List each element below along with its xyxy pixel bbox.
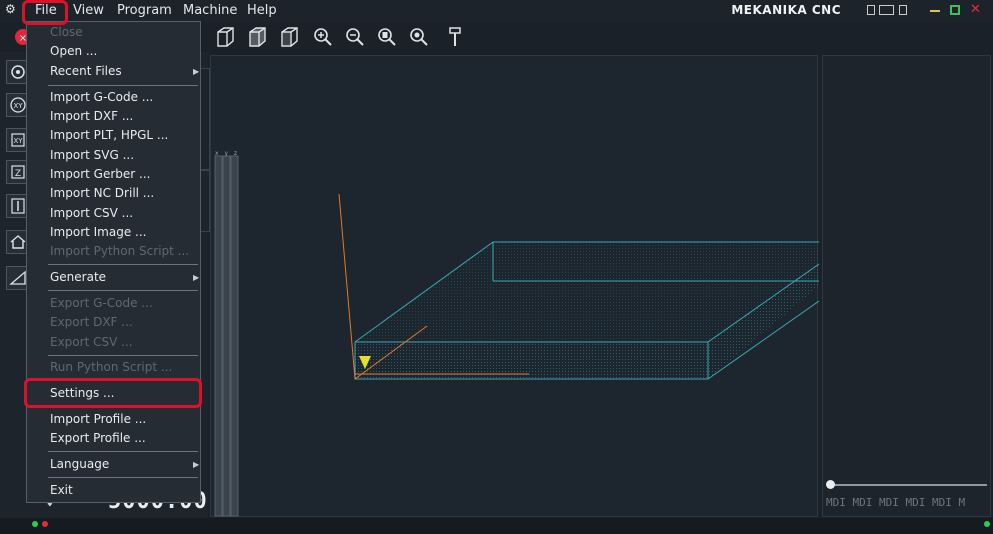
menu-item-export-profile[interactable]: Export Profile ... — [50, 431, 146, 445]
status-bar — [0, 518, 993, 534]
settings-highlight — [24, 378, 202, 408]
menu-item-close: Close — [50, 25, 83, 39]
menu-item-import-nc-drill[interactable]: Import NC Drill ... — [50, 186, 154, 200]
file-menu-highlight — [22, 0, 68, 25]
menu-program[interactable]: Program — [117, 3, 172, 18]
close-window-icon[interactable]: ✕ — [970, 2, 981, 17]
view-iso-icon[interactable] — [212, 24, 238, 50]
minimize-icon[interactable] — [930, 10, 940, 12]
view-top-icon[interactable] — [244, 24, 270, 50]
menu-separator — [48, 355, 198, 356]
maximize-icon[interactable] — [950, 5, 960, 15]
view-front-icon[interactable] — [276, 24, 302, 50]
zoom-out-icon[interactable] — [342, 24, 368, 50]
menu-item-import-gcode[interactable]: Import G-Code ... — [50, 90, 153, 104]
menu-separator — [48, 451, 198, 452]
menu-item-export-gcode: Export G-Code ... — [50, 296, 153, 310]
menu-item-open[interactable]: Open ... — [50, 44, 97, 58]
menu-item-language[interactable]: Language — [50, 457, 109, 471]
zoom-select-icon[interactable] — [406, 24, 432, 50]
svg-text:Z: Z — [15, 169, 21, 179]
menu-help[interactable]: Help — [247, 3, 277, 18]
3d-viewport[interactable] — [210, 55, 819, 517]
layout-2-icon[interactable] — [879, 5, 894, 15]
menu-item-export-dxf: Export DXF ... — [50, 315, 133, 329]
submenu-arrow-icon: ▶ — [193, 67, 200, 76]
zoom-in-icon[interactable] — [310, 24, 336, 50]
menu-item-import-python: Import Python Script ... — [50, 244, 190, 258]
axis-letters: x y z — [215, 150, 240, 157]
menu-view[interactable]: View — [73, 3, 104, 18]
menu-item-import-svg[interactable]: Import SVG ... — [50, 148, 134, 162]
menu-item-import-gerber[interactable]: Import Gerber ... — [50, 167, 150, 181]
layout-3-icon[interactable] — [899, 5, 907, 15]
menu-separator — [48, 85, 198, 86]
menubar: ⚙ File View Program Machine Help MEKANIK… — [0, 0, 993, 23]
menu-separator — [48, 477, 198, 478]
override-slider-knob[interactable] — [826, 480, 835, 489]
menu-item-import-csv[interactable]: Import CSV ... — [50, 206, 133, 220]
mdi-history[interactable]: MDI MDI MDI MDI MDI M — [826, 496, 965, 509]
svg-text:XY: XY — [13, 102, 23, 110]
menu-item-import-dxf[interactable]: Import DXF ... — [50, 109, 133, 123]
menu-item-recent-files[interactable]: Recent Files — [50, 64, 122, 78]
menu-item-run-python: Run Python Script ... — [50, 360, 173, 374]
menu-machine[interactable]: Machine — [183, 3, 237, 18]
menu-separator — [48, 290, 198, 291]
submenu-arrow-icon: ▶ — [193, 273, 200, 282]
status-ok-icon — [32, 521, 38, 527]
menu-item-import-profile[interactable]: Import Profile ... — [50, 412, 146, 426]
menu-item-import-image[interactable]: Import Image ... — [50, 225, 146, 239]
menu-item-exit[interactable]: Exit — [50, 483, 73, 497]
override-slider-track[interactable] — [829, 484, 987, 486]
right-panel — [822, 55, 991, 517]
menu-item-import-plt[interactable]: Import PLT, HPGL ... — [50, 128, 168, 142]
submenu-arrow-icon: ▶ — [193, 460, 200, 469]
menu-item-generate[interactable]: Generate — [50, 270, 106, 284]
zoom-fit-icon[interactable] — [374, 24, 400, 50]
svg-text:XY: XY — [13, 137, 23, 145]
connection-icon — [984, 521, 990, 527]
app-brand: MEKANIKA CNC — [731, 3, 841, 17]
app-gear-icon[interactable]: ⚙ — [5, 2, 16, 16]
tool-icon[interactable] — [442, 24, 468, 50]
menu-separator — [48, 264, 198, 265]
status-error-icon — [42, 521, 48, 527]
menu-item-export-csv: Export CSV ... — [50, 335, 133, 349]
file-menu-dropdown: Close Open ... Recent Files ▶ Import G-C… — [26, 21, 201, 503]
layout-1-icon[interactable] — [867, 5, 875, 15]
